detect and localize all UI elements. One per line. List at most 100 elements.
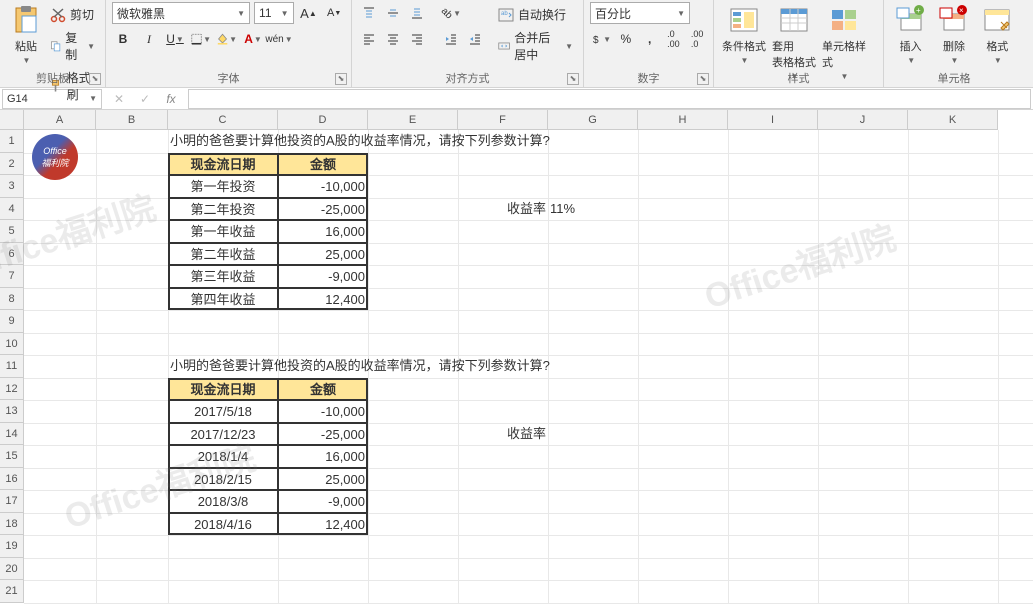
decrease-indent-button[interactable] <box>440 28 462 50</box>
column-header[interactable]: C <box>168 110 278 130</box>
align-right-button[interactable] <box>406 28 428 50</box>
copy-button[interactable]: 复制▼ <box>46 27 99 65</box>
delete-button[interactable]: ×删除▼ <box>933 2 974 70</box>
cell[interactable]: 小明的爸爸要计算他投资的A股的收益率情况，请按下列参数计算? <box>168 355 638 378</box>
column-header[interactable]: A <box>24 110 96 130</box>
row-header[interactable]: 19 <box>0 535 24 558</box>
decrease-font-button[interactable]: A▼ <box>323 2 345 24</box>
row-header[interactable]: 14 <box>0 423 24 446</box>
italic-button[interactable]: I <box>138 28 160 50</box>
column-header[interactable]: D <box>278 110 368 130</box>
conditional-format-button[interactable]: 条件格式▼ <box>720 2 768 70</box>
format-button[interactable]: 格式▼ <box>977 2 1018 70</box>
cell[interactable]: 2018/2/15 <box>168 468 278 491</box>
comma-button[interactable]: , <box>640 28 660 50</box>
worksheet[interactable]: ABCDEFGHIJK 1234567891011121314151617181… <box>0 110 1033 609</box>
cell[interactable]: 第一年收益 <box>168 220 278 243</box>
row-header[interactable]: 9 <box>0 310 24 333</box>
increase-indent-button[interactable] <box>464 28 486 50</box>
cell[interactable]: 12,400 <box>278 513 368 536</box>
increase-font-button[interactable]: A▲ <box>298 2 320 24</box>
cell[interactable]: 收益率 <box>458 198 548 221</box>
cell[interactable]: 2017/12/23 <box>168 423 278 446</box>
cell[interactable]: -10,000 <box>278 400 368 423</box>
cell[interactable]: 2017/5/18 <box>168 400 278 423</box>
font-launcher[interactable]: ⬊ <box>335 73 347 85</box>
cell[interactable]: 25,000 <box>278 468 368 491</box>
column-header[interactable]: K <box>908 110 998 130</box>
increase-decimal-button[interactable]: .0.00 <box>664 28 684 50</box>
column-header[interactable]: E <box>368 110 458 130</box>
cut-button[interactable]: 剪切 <box>46 4 99 25</box>
column-header[interactable]: B <box>96 110 168 130</box>
border-button[interactable]: ▼ <box>190 28 212 50</box>
cell[interactable]: -25,000 <box>278 423 368 446</box>
insert-button[interactable]: +插入▼ <box>890 2 931 70</box>
cell[interactable]: 金额 <box>278 378 368 401</box>
column-header[interactable]: H <box>638 110 728 130</box>
row-header[interactable]: 13 <box>0 400 24 423</box>
row-header[interactable]: 7 <box>0 265 24 288</box>
cell[interactable]: 现金流日期 <box>168 378 278 401</box>
column-header[interactable]: F <box>458 110 548 130</box>
fill-color-button[interactable]: ▼ <box>216 28 238 50</box>
cell[interactable]: 12,400 <box>278 288 368 311</box>
row-header[interactable]: 10 <box>0 333 24 356</box>
font-size-select[interactable]: 11▼ <box>254 2 294 24</box>
cell[interactable]: 16,000 <box>278 220 368 243</box>
cell[interactable]: -25,000 <box>278 198 368 221</box>
align-left-button[interactable] <box>358 28 380 50</box>
row-header[interactable]: 12 <box>0 378 24 401</box>
alignment-launcher[interactable]: ⬊ <box>567 73 579 85</box>
align-top-button[interactable] <box>358 2 380 24</box>
row-header[interactable]: 6 <box>0 243 24 266</box>
wrap-text-button[interactable]: ab自动换行 <box>494 4 577 25</box>
number-format-select[interactable]: 百分比▼ <box>590 2 690 24</box>
cell[interactable]: 收益率 <box>458 423 548 446</box>
cell[interactable]: 第二年投资 <box>168 198 278 221</box>
decrease-decimal-button[interactable]: .00.0 <box>687 28 707 50</box>
cell[interactable]: 小明的爸爸要计算他投资的A股的收益率情况，请按下列参数计算? <box>168 130 638 153</box>
cell[interactable]: 金额 <box>278 153 368 176</box>
cancel-formula-button[interactable]: ✕ <box>108 88 130 110</box>
cell[interactable]: 第三年收益 <box>168 265 278 288</box>
column-header[interactable]: I <box>728 110 818 130</box>
number-launcher[interactable]: ⬊ <box>697 73 709 85</box>
phonetic-button[interactable]: wén▼ <box>268 28 290 50</box>
cell[interactable]: 第四年收益 <box>168 288 278 311</box>
row-header[interactable]: 1 <box>0 130 24 153</box>
align-middle-button[interactable] <box>382 2 404 24</box>
formula-input[interactable] <box>188 89 1031 109</box>
underline-button[interactable]: U▼ <box>164 28 186 50</box>
select-all-corner[interactable] <box>0 110 24 130</box>
row-header[interactable]: 2 <box>0 153 24 176</box>
merge-center-button[interactable]: 合并后居中▼ <box>494 27 577 65</box>
cell[interactable]: 2018/3/8 <box>168 490 278 513</box>
row-header[interactable]: 16 <box>0 468 24 491</box>
row-header[interactable]: 17 <box>0 490 24 513</box>
bold-button[interactable]: B <box>112 28 134 50</box>
cell[interactable]: 2018/1/4 <box>168 445 278 468</box>
font-color-button[interactable]: A▼ <box>242 28 264 50</box>
row-header[interactable]: 11 <box>0 355 24 378</box>
row-header[interactable]: 20 <box>0 558 24 581</box>
cell[interactable]: 11% <box>548 198 638 221</box>
cell[interactable]: 2018/4/16 <box>168 513 278 536</box>
currency-button[interactable]: $▼ <box>590 28 612 50</box>
table-format-button[interactable]: 套用 表格格式▼ <box>770 2 818 70</box>
cell[interactable]: -10,000 <box>278 175 368 198</box>
row-header[interactable]: 21 <box>0 580 24 603</box>
row-header[interactable]: 3 <box>0 175 24 198</box>
row-header[interactable]: 5 <box>0 220 24 243</box>
font-name-select[interactable]: 微软雅黑▼ <box>112 2 250 24</box>
align-center-button[interactable] <box>382 28 404 50</box>
row-header[interactable]: 15 <box>0 445 24 468</box>
cell-styles-button[interactable]: 单元格样式▼ <box>820 2 868 70</box>
column-header[interactable]: G <box>548 110 638 130</box>
fx-button[interactable]: fx <box>160 88 182 110</box>
cell[interactable]: 16,000 <box>278 445 368 468</box>
orientation-button[interactable]: ab▼ <box>440 2 462 24</box>
cell[interactable]: 第一年投资 <box>168 175 278 198</box>
cell[interactable]: 现金流日期 <box>168 153 278 176</box>
enter-formula-button[interactable]: ✓ <box>134 88 156 110</box>
